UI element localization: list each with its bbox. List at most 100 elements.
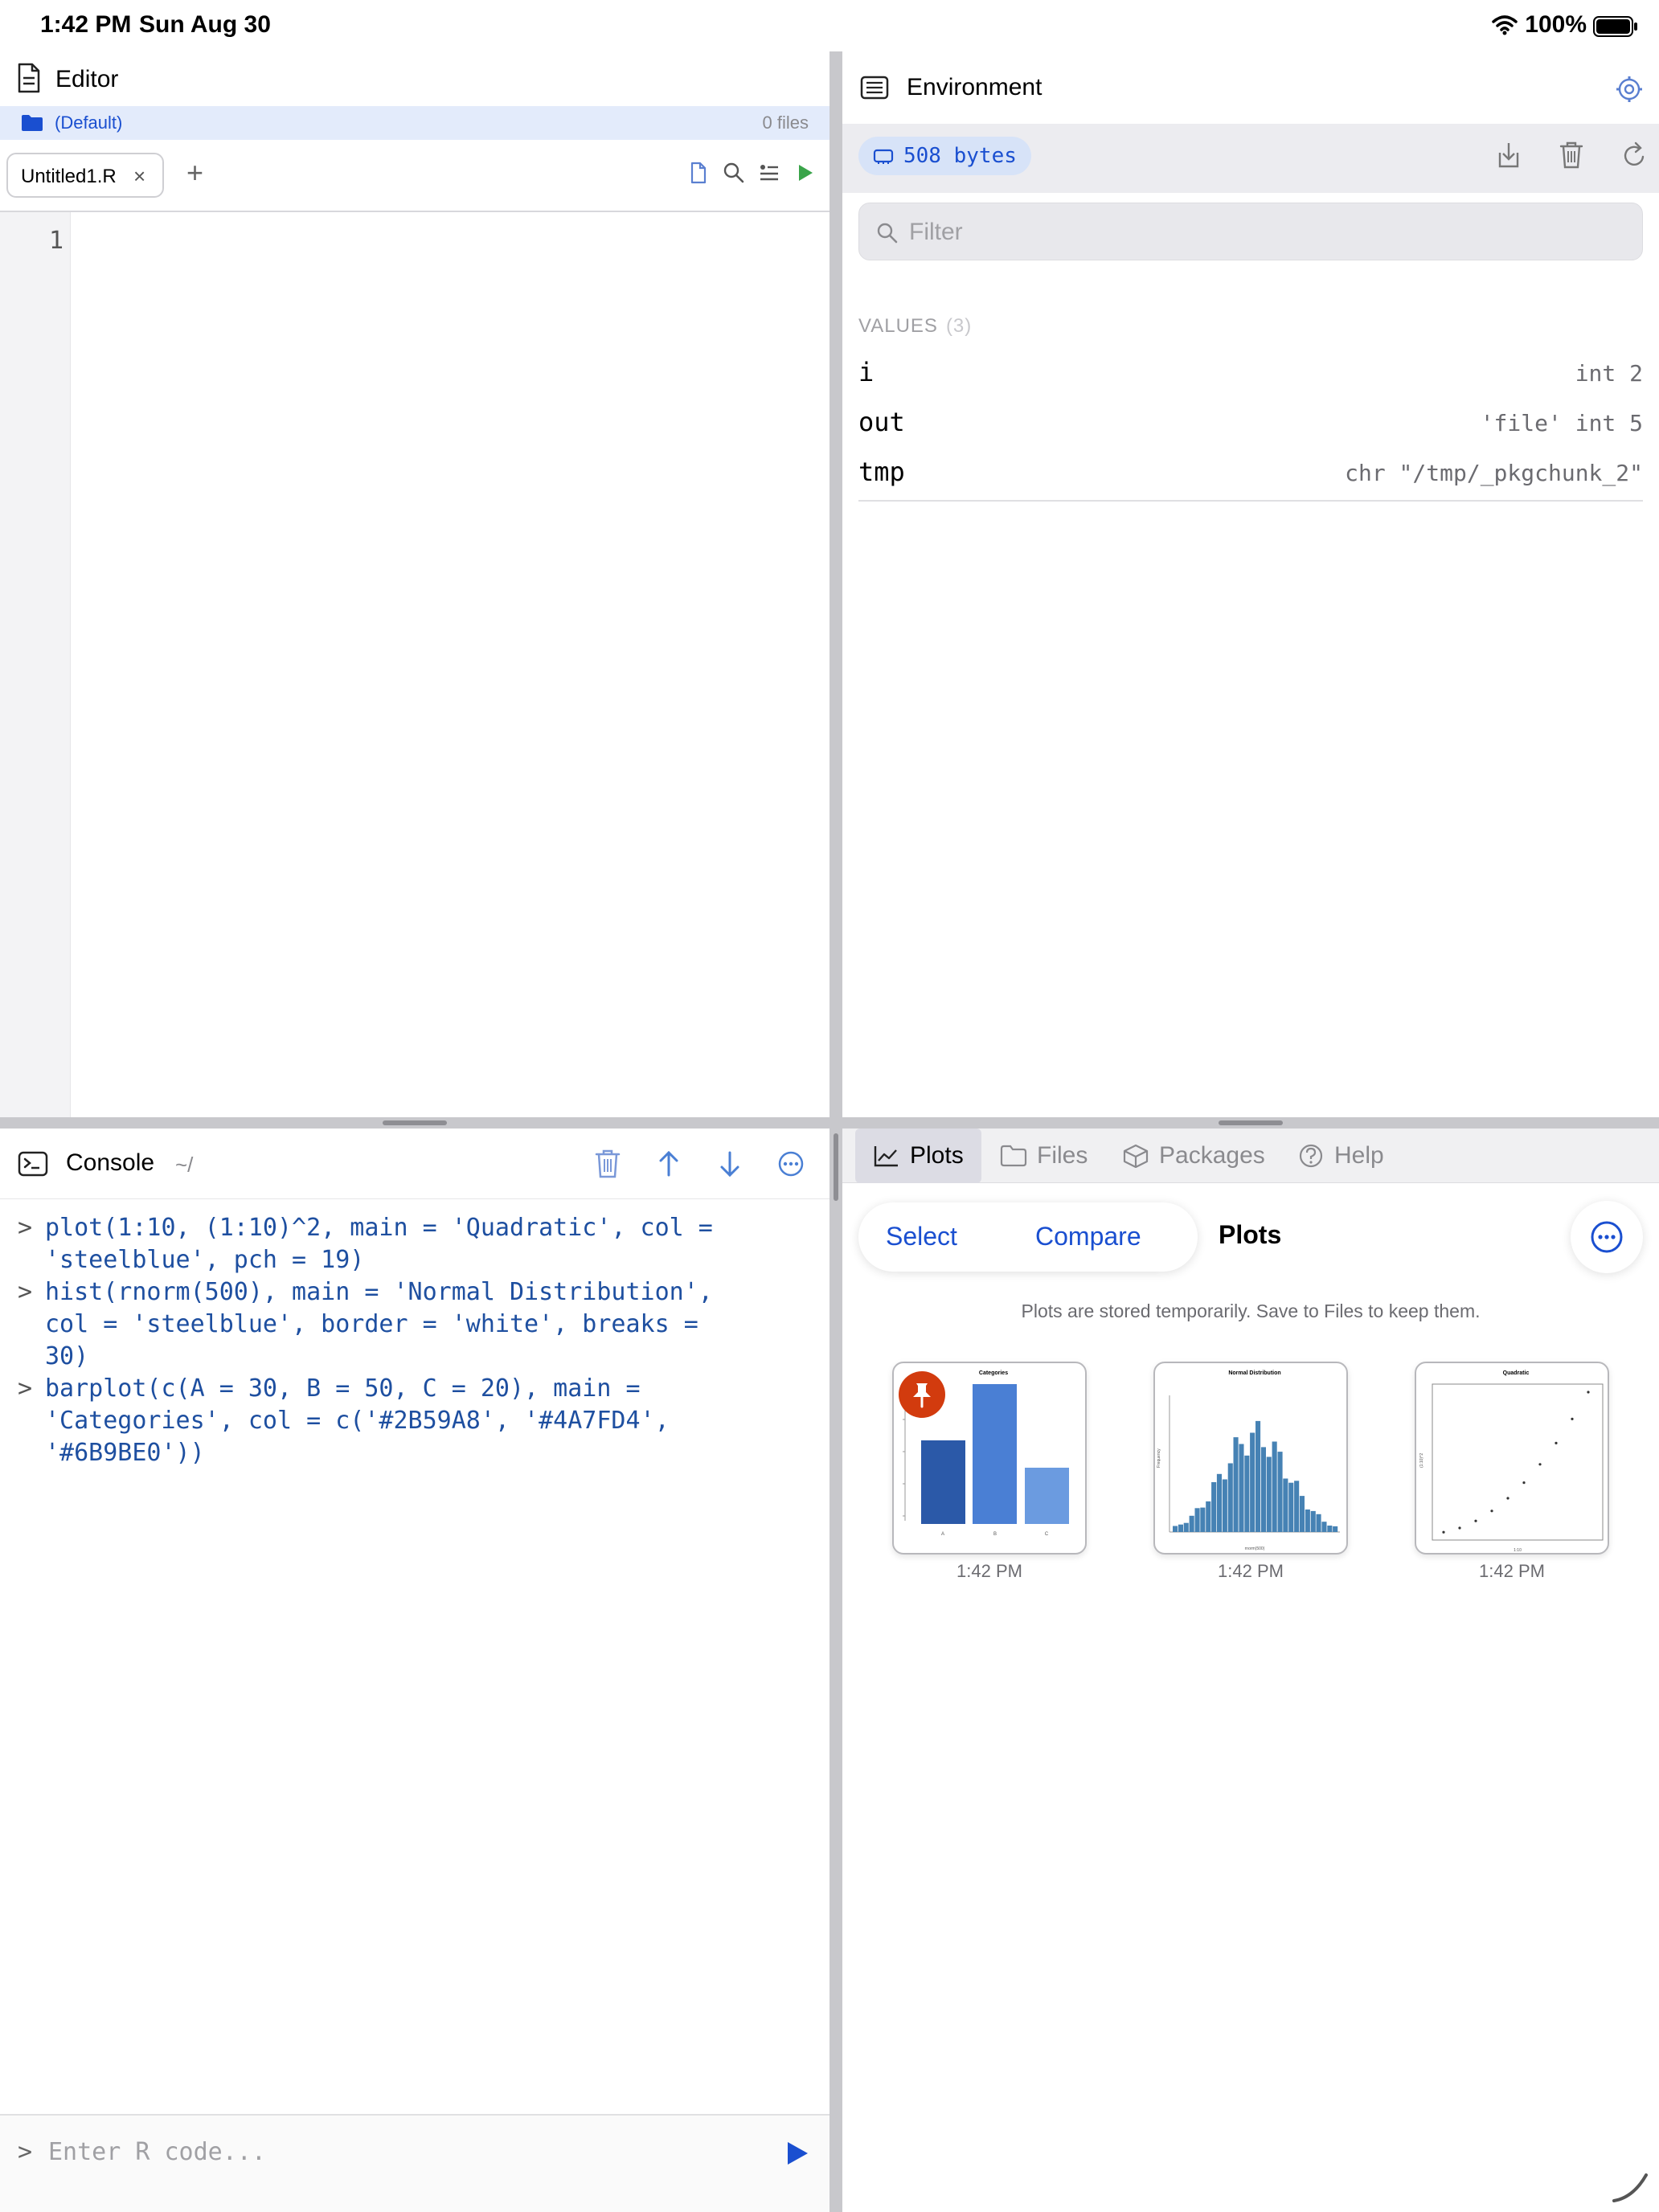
status-right: 100%: [1491, 11, 1587, 39]
variable-row[interactable]: out 'file' int 5: [858, 400, 1643, 450]
editor-pane: Editor (Default) 0 files Untitled1.R × +: [0, 51, 830, 1117]
histogram-bar: [1272, 1441, 1277, 1532]
svg-text:Normal Distribution: Normal Distribution: [1228, 1370, 1280, 1376]
tab-untitled1[interactable]: Untitled1.R ×: [6, 153, 164, 198]
import-icon[interactable]: [1495, 140, 1522, 170]
more-icon[interactable]: [776, 1148, 805, 1180]
svg-text:Frequency: Frequency: [1157, 1448, 1161, 1468]
filter-field[interactable]: [858, 203, 1643, 260]
svg-text:Quadratic: Quadratic: [1503, 1370, 1530, 1376]
more-icon: [1591, 1221, 1623, 1253]
console-actions: [593, 1148, 805, 1180]
new-file-icon[interactable]: [686, 161, 711, 185]
tab-plots-label: Plots: [910, 1142, 964, 1169]
send-icon[interactable]: [784, 2140, 810, 2167]
histogram-preview: Normal Distribution rnorm(500) Frequency: [1157, 1370, 1340, 1551]
add-tab-button[interactable]: +: [186, 156, 203, 190]
tab-packages[interactable]: Packages: [1122, 1129, 1265, 1183]
env-plots-splitter[interactable]: [842, 1117, 1659, 1129]
compare-button[interactable]: Compare: [1035, 1222, 1141, 1251]
console-prompt: >: [18, 1214, 33, 1242]
histogram-bar: [1222, 1479, 1227, 1532]
vertical-splitter[interactable]: [830, 51, 842, 2212]
variable-name: tmp: [858, 457, 905, 487]
scatter-point: [1490, 1509, 1493, 1513]
histogram-bar: [1189, 1515, 1194, 1532]
line-gutter: 1: [0, 212, 71, 1117]
filter-input[interactable]: [909, 215, 1616, 250]
splitter-handle[interactable]: [383, 1120, 447, 1125]
variable-row[interactable]: tmp chr "/tmp/_pkgchunk_2": [858, 450, 1643, 500]
splitter-handle[interactable]: [1219, 1120, 1283, 1125]
folder-icon: [22, 115, 43, 131]
console-code: hist(rnorm(500), main = 'Normal Distribu…: [45, 1278, 713, 1370]
wifi-icon: [1492, 15, 1518, 35]
trash-icon[interactable]: [1558, 140, 1585, 170]
arrow-up-icon[interactable]: [654, 1148, 683, 1180]
console-output: > plot(1:10, (1:10)^2, main = 'Quadratic…: [18, 1212, 821, 1469]
package-icon: [1123, 1144, 1149, 1168]
scatter-point: [1571, 1417, 1574, 1420]
folder-icon: [1000, 1145, 1027, 1167]
plot-thumbnail-categories[interactable]: Categories A B C: [892, 1362, 1087, 1555]
search-icon: [877, 223, 898, 244]
histogram-bar: [1183, 1522, 1189, 1532]
tab-close-button[interactable]: ×: [133, 164, 145, 189]
scatter-points: [1442, 1391, 1590, 1534]
refresh-icon[interactable]: [1620, 140, 1648, 170]
search-icon[interactable]: [722, 161, 746, 185]
plot-thumbnail-quadratic[interactable]: Quadratic 1:10 (1:10)^2: [1415, 1362, 1609, 1555]
splitter-handle[interactable]: [834, 1133, 838, 1201]
console-code: barplot(c(A = 30, B = 50, C = 20), main …: [45, 1374, 670, 1467]
console-line: > hist(rnorm(500), main = 'Normal Distri…: [18, 1276, 821, 1373]
variable-row[interactable]: i int 2: [858, 350, 1643, 400]
variable-name: i: [858, 357, 875, 387]
plot-thumbnail-normal-distribution[interactable]: Normal Distribution rnorm(500) Frequency: [1153, 1362, 1348, 1555]
scatter-point: [1442, 1530, 1445, 1534]
variable-value: int 2: [1575, 360, 1643, 387]
run-icon[interactable]: [793, 161, 817, 185]
console-title: Console: [66, 1149, 155, 1176]
variable-name: out: [858, 407, 905, 437]
scatter-point: [1587, 1391, 1590, 1394]
memory-size: 508 bytes: [903, 144, 1017, 168]
tab-help[interactable]: Help: [1297, 1129, 1384, 1183]
outline-icon[interactable]: [757, 161, 781, 185]
gear-icon[interactable]: [1616, 76, 1643, 103]
svg-text:Categories: Categories: [979, 1370, 1008, 1376]
environment-header: Environment: [842, 51, 1659, 124]
scatter-preview: Quadratic 1:10 (1:10)^2: [1419, 1370, 1604, 1553]
environment-tools: [1495, 140, 1648, 170]
plots-more-button[interactable]: [1571, 1201, 1643, 1273]
console-path: ~/: [175, 1153, 194, 1177]
console-input-bar[interactable]: > Enter R code...: [0, 2114, 830, 2212]
arrow-down-icon[interactable]: [715, 1148, 744, 1180]
histogram-bars: [1173, 1420, 1338, 1532]
select-button[interactable]: Select: [886, 1222, 957, 1251]
histogram-bar: [1260, 1447, 1266, 1532]
variable-value: 'file' int 5: [1480, 410, 1643, 436]
plots-tab-bar: Plots Files Packages Help: [842, 1129, 1659, 1183]
tab-plots[interactable]: Plots: [855, 1129, 981, 1183]
input-prompt: >: [18, 2138, 33, 2166]
project-bar[interactable]: (Default) 0 files: [0, 106, 830, 140]
pin-badge[interactable]: [899, 1371, 945, 1418]
tab-files[interactable]: Files: [1000, 1129, 1088, 1183]
console-prompt: >: [18, 1278, 33, 1306]
values-label: VALUES: [858, 315, 938, 337]
list-icon: [860, 76, 889, 100]
values-count: (3): [945, 315, 973, 337]
console-pane: Console ~/ > plot(1:10, (1:10)^2, main =…: [0, 1129, 830, 2212]
console-input[interactable]: Enter R code...: [48, 2138, 266, 2166]
variable-list: i int 2 out 'file' int 5 tmp chr "/tmp/_…: [858, 350, 1643, 502]
memory-badge: 508 bytes: [858, 137, 1031, 175]
trash-icon[interactable]: [593, 1148, 622, 1180]
memory-icon: [873, 149, 894, 164]
histogram-bar: [1250, 1432, 1256, 1532]
editor-console-splitter[interactable]: [0, 1117, 830, 1129]
plot-time: 1:42 PM: [1479, 1561, 1545, 1581]
plots-title: Plots: [1219, 1220, 1282, 1249]
help-icon: [1299, 1144, 1323, 1168]
histogram-bar: [1244, 1455, 1250, 1532]
environment-pane: Environment 508 bytes Filter VALUES (3) …: [842, 51, 1659, 1117]
